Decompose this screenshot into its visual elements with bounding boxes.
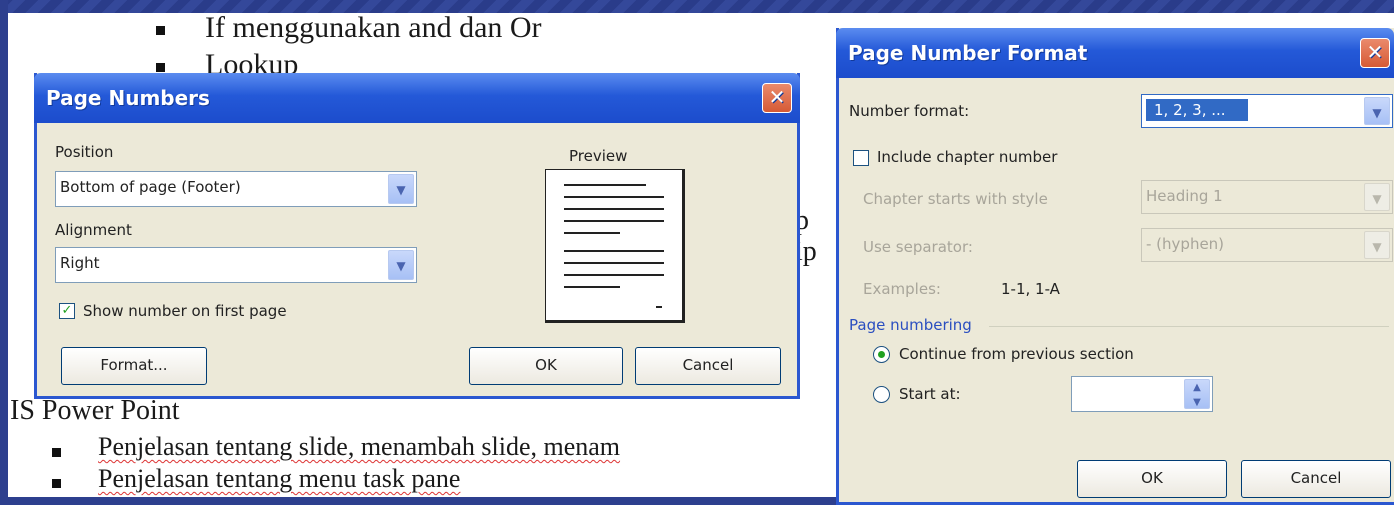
bullet-icon xyxy=(156,63,165,72)
chevron-down-icon[interactable]: ▼ xyxy=(1364,183,1390,211)
bullet-icon xyxy=(156,26,165,35)
examples-label: Examples: xyxy=(863,280,941,298)
page-numbers-titlebar[interactable]: Page Numbers ✕ xyxy=(34,73,800,123)
slide-line-1: If menggunakan and dan Or xyxy=(205,11,542,44)
preview-line xyxy=(564,232,620,234)
preview-line xyxy=(564,250,664,252)
position-value: Bottom of page (Footer) xyxy=(60,178,241,196)
start-at-field[interactable]: ▲ ▼ xyxy=(1071,376,1213,412)
page-number-format-title: Page Number Format xyxy=(848,41,1088,65)
show-first-page-checkbox[interactable]: ✓ xyxy=(59,303,75,319)
bullet-icon xyxy=(52,448,61,457)
separator-label: Use separator: xyxy=(863,238,973,256)
preview-line xyxy=(564,196,664,198)
preview-line xyxy=(564,274,664,276)
include-chapter-checkbox[interactable] xyxy=(853,150,869,166)
preview-page-number xyxy=(656,306,662,308)
ok-button[interactable]: OK xyxy=(1077,460,1227,498)
alignment-select[interactable]: Right ▼ xyxy=(55,247,417,283)
page-numbers-dialog: Page Numbers ✕ Position Bottom of page (… xyxy=(34,73,800,399)
bullet-icon xyxy=(52,479,61,488)
group-divider xyxy=(989,326,1389,327)
position-select[interactable]: Bottom of page (Footer) ▼ xyxy=(55,171,417,207)
preview-line xyxy=(564,286,620,288)
preview-line xyxy=(564,184,646,186)
slide-bottom-band xyxy=(0,497,840,505)
chapter-style-select[interactable]: Heading 1 ▼ xyxy=(1141,180,1393,214)
spinner-icon[interactable]: ▲ ▼ xyxy=(1184,379,1210,409)
chapter-style-label: Chapter starts with style xyxy=(863,190,1048,208)
chapter-style-value: Heading 1 xyxy=(1146,187,1223,205)
close-icon[interactable]: ✕ xyxy=(762,83,792,113)
number-format-value: 1, 2, 3, ... xyxy=(1146,99,1248,121)
position-label: Position xyxy=(55,143,114,161)
page-numbers-title: Page Numbers xyxy=(46,86,210,110)
chevron-down-icon[interactable]: ▼ xyxy=(388,174,414,204)
slide-heading: IS Power Point xyxy=(10,395,180,426)
continue-label: Continue from previous section xyxy=(899,345,1134,363)
page-numbering-label: Page numbering xyxy=(849,316,972,334)
preview-label: Preview xyxy=(569,147,628,165)
separator-value: - (hyphen) xyxy=(1146,235,1225,253)
slide-side-band xyxy=(0,0,8,505)
number-format-select[interactable]: 1, 2, 3, ... ▼ xyxy=(1141,94,1393,128)
cancel-button[interactable]: Cancel xyxy=(1241,460,1391,498)
close-icon[interactable]: ✕ xyxy=(1360,38,1390,68)
alignment-value: Right xyxy=(60,254,100,272)
format-button[interactable]: Format... xyxy=(61,347,207,385)
slide-bullet-2: Penjelasan tentang menu task pane xyxy=(98,464,461,493)
preview-line xyxy=(564,208,664,210)
preview-page xyxy=(545,169,685,323)
chevron-down-icon[interactable]: ▼ xyxy=(1364,97,1390,125)
slide-bullet-1: Penjelasan tentang slide, menambah slide… xyxy=(98,432,621,461)
alignment-label: Alignment xyxy=(55,221,132,239)
chevron-down-icon[interactable]: ▼ xyxy=(1364,231,1390,259)
page-number-format-dialog: Page Number Format ✕ Number format: 1, 2… xyxy=(836,28,1394,505)
start-at-label: Start at: xyxy=(899,385,961,403)
examples-value: 1-1, 1-A xyxy=(1001,280,1060,298)
continue-radio[interactable] xyxy=(873,346,890,363)
chevron-down-icon[interactable]: ▼ xyxy=(388,250,414,280)
preview-line xyxy=(564,262,664,264)
start-at-radio[interactable] xyxy=(873,386,890,403)
preview-line xyxy=(564,220,664,222)
cancel-button[interactable]: Cancel xyxy=(635,347,781,385)
number-format-label: Number format: xyxy=(849,102,970,120)
ok-button[interactable]: OK xyxy=(469,347,623,385)
page-number-format-titlebar[interactable]: Page Number Format ✕ xyxy=(836,28,1394,78)
separator-select[interactable]: - (hyphen) ▼ xyxy=(1141,228,1393,262)
show-first-page-label: Show number on first page xyxy=(83,302,287,320)
include-chapter-label: Include chapter number xyxy=(877,148,1058,166)
